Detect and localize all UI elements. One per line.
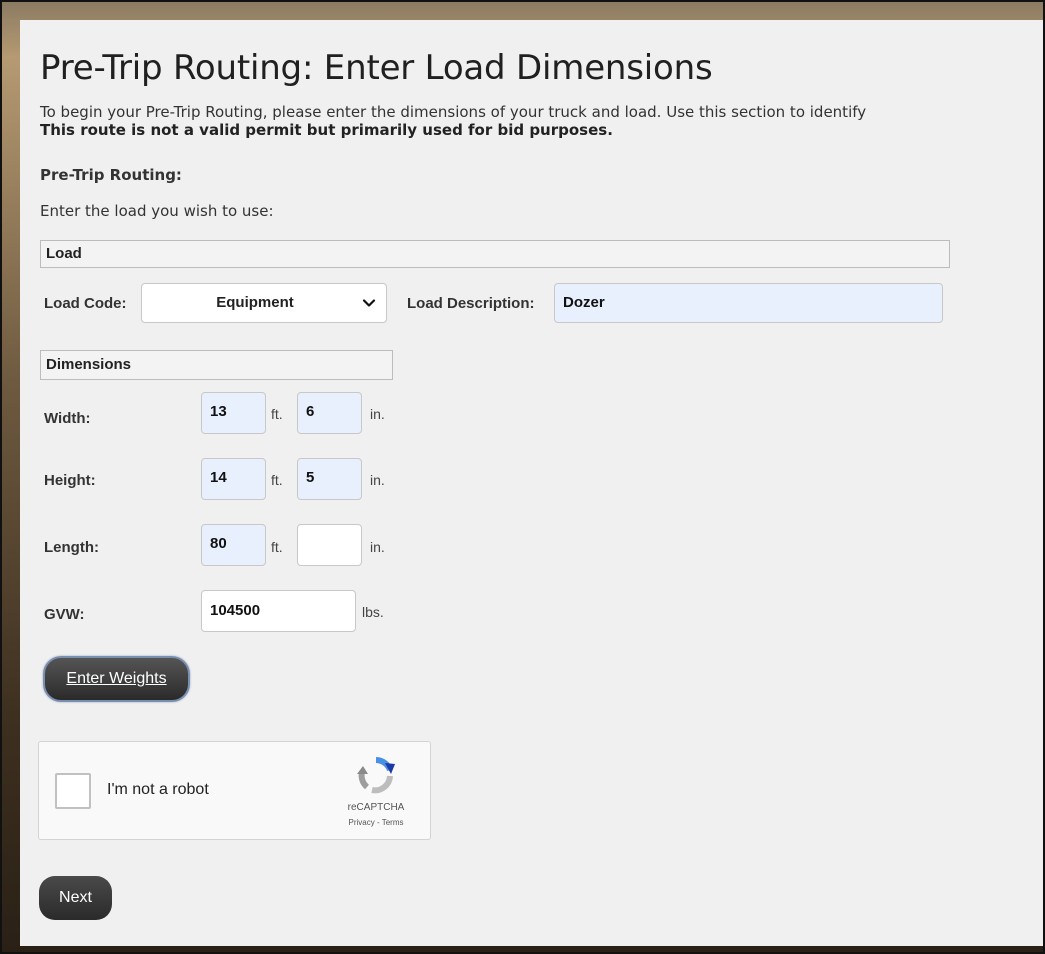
gvw-unit: lbs. — [362, 604, 384, 620]
width-ft-field[interactable]: 13 — [201, 392, 266, 434]
height-in-unit: in. — [370, 472, 385, 488]
height-ft-unit: ft. — [271, 472, 283, 488]
length-ft-unit: ft. — [271, 539, 283, 555]
enter-weights-button[interactable]: Enter Weights — [43, 656, 190, 702]
recaptcha-checkbox[interactable] — [55, 773, 91, 809]
main-panel: Pre-Trip Routing: Enter Load Dimensions … — [20, 20, 1045, 946]
length-in-field[interactable] — [297, 524, 362, 566]
recaptcha-brand: reCAPTCHA — [347, 802, 405, 813]
gvw-label: GVW: — [44, 606, 85, 623]
load-section-header: Load — [40, 240, 950, 268]
width-ft-unit: ft. — [271, 406, 283, 422]
intro-text: To begin your Pre-Trip Routing, please e… — [40, 103, 867, 121]
recaptcha-widget: I'm not a robot reCAPTCHA Privacy - Term… — [38, 741, 431, 840]
dimensions-section-header: Dimensions — [40, 350, 393, 380]
recaptcha-icon — [357, 757, 395, 794]
height-ft-field[interactable]: 14 — [201, 458, 266, 500]
page-title: Pre-Trip Routing: Enter Load Dimensions — [40, 48, 713, 88]
recaptcha-links[interactable]: Privacy - Terms — [329, 818, 423, 827]
width-label: Width: — [44, 410, 91, 427]
next-button[interactable]: Next — [39, 876, 112, 920]
gvw-field[interactable]: 104500 — [201, 590, 356, 632]
length-ft-field[interactable]: 80 — [201, 524, 266, 566]
length-in-unit: in. — [370, 539, 385, 555]
recaptcha-label: I'm not a robot — [107, 781, 209, 798]
load-code-label: Load Code: — [44, 295, 127, 312]
intro-disclaimer: This route is not a valid permit but pri… — [40, 121, 613, 139]
length-label: Length: — [44, 539, 99, 556]
height-in-field[interactable]: 5 — [297, 458, 362, 500]
load-description-field[interactable]: Dozer — [554, 283, 943, 323]
load-prompt: Enter the load you wish to use: — [40, 202, 274, 220]
chevron-down-icon — [362, 299, 376, 307]
height-label: Height: — [44, 472, 96, 489]
load-code-select[interactable]: Equipment — [141, 283, 387, 323]
width-in-unit: in. — [370, 406, 385, 422]
load-code-value: Equipment — [216, 294, 294, 311]
width-in-field[interactable]: 6 — [297, 392, 362, 434]
load-description-label: Load Description: — [407, 295, 535, 312]
section-label: Pre-Trip Routing: — [40, 166, 182, 184]
